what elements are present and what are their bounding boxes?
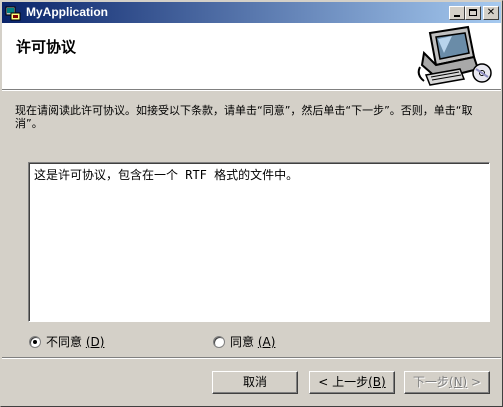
page-title: 许可协议 <box>16 38 77 56</box>
minimize-button[interactable] <box>449 6 465 20</box>
radio-disagree-label: 不同意 <box>46 335 83 349</box>
close-icon: ✕ <box>486 7 496 18</box>
cancel-button[interactable]: 取消 <box>212 371 298 394</box>
back-button[interactable]: < 上一步(B) <box>309 371 395 394</box>
radio-agree-accesskey: (A) <box>257 334 276 349</box>
back-button-label: < 上一步 <box>318 375 369 389</box>
radio-disagree[interactable]: 不同意 (D) <box>29 333 104 350</box>
radio-agree-button[interactable] <box>213 335 225 348</box>
header-banner: 许可协议 <box>2 23 501 89</box>
minimize-icon <box>454 15 460 17</box>
computer-setup-icon <box>417 25 492 86</box>
cancel-button-label: 取消 <box>242 375 267 389</box>
radio-disagree-accesskey: (D) <box>85 334 105 349</box>
maximize-button[interactable] <box>465 6 481 20</box>
maximize-icon <box>469 9 477 16</box>
next-button[interactable]: 下一步(N) > <box>404 371 490 394</box>
footer-divider <box>2 357 501 359</box>
instruction-text: 现在请阅读此许可协议。如接受以下条款，请单击“同意”，然后单击“下一步”。否则，… <box>15 104 473 130</box>
window-title: MyApplication <box>26 5 109 19</box>
back-button-accesskey: (B) <box>368 375 386 389</box>
next-button-accesskey: (N) <box>448 375 468 389</box>
next-button-arrow: > <box>467 375 482 389</box>
radio-agree-label: 同意 <box>230 335 255 349</box>
close-button[interactable]: ✕ <box>483 6 499 20</box>
header-divider <box>2 89 501 91</box>
next-button-label: 下一步 <box>412 375 449 389</box>
radio-disagree-button[interactable] <box>29 335 41 348</box>
license-text: 这是许可协议，包含在一个 RTF 格式的文件中。 <box>34 168 299 182</box>
radio-agree[interactable]: 同意 (A) <box>213 333 275 350</box>
installer-window: MyApplication ✕ 许可协议 现在请阅读此许可协议。如接受以下条款，… <box>0 0 503 407</box>
installer-app-icon <box>5 6 21 21</box>
title-bar[interactable]: MyApplication ✕ <box>2 2 501 23</box>
license-text-box[interactable]: 这是许可协议，包含在一个 RTF 格式的文件中。 <box>28 162 490 322</box>
